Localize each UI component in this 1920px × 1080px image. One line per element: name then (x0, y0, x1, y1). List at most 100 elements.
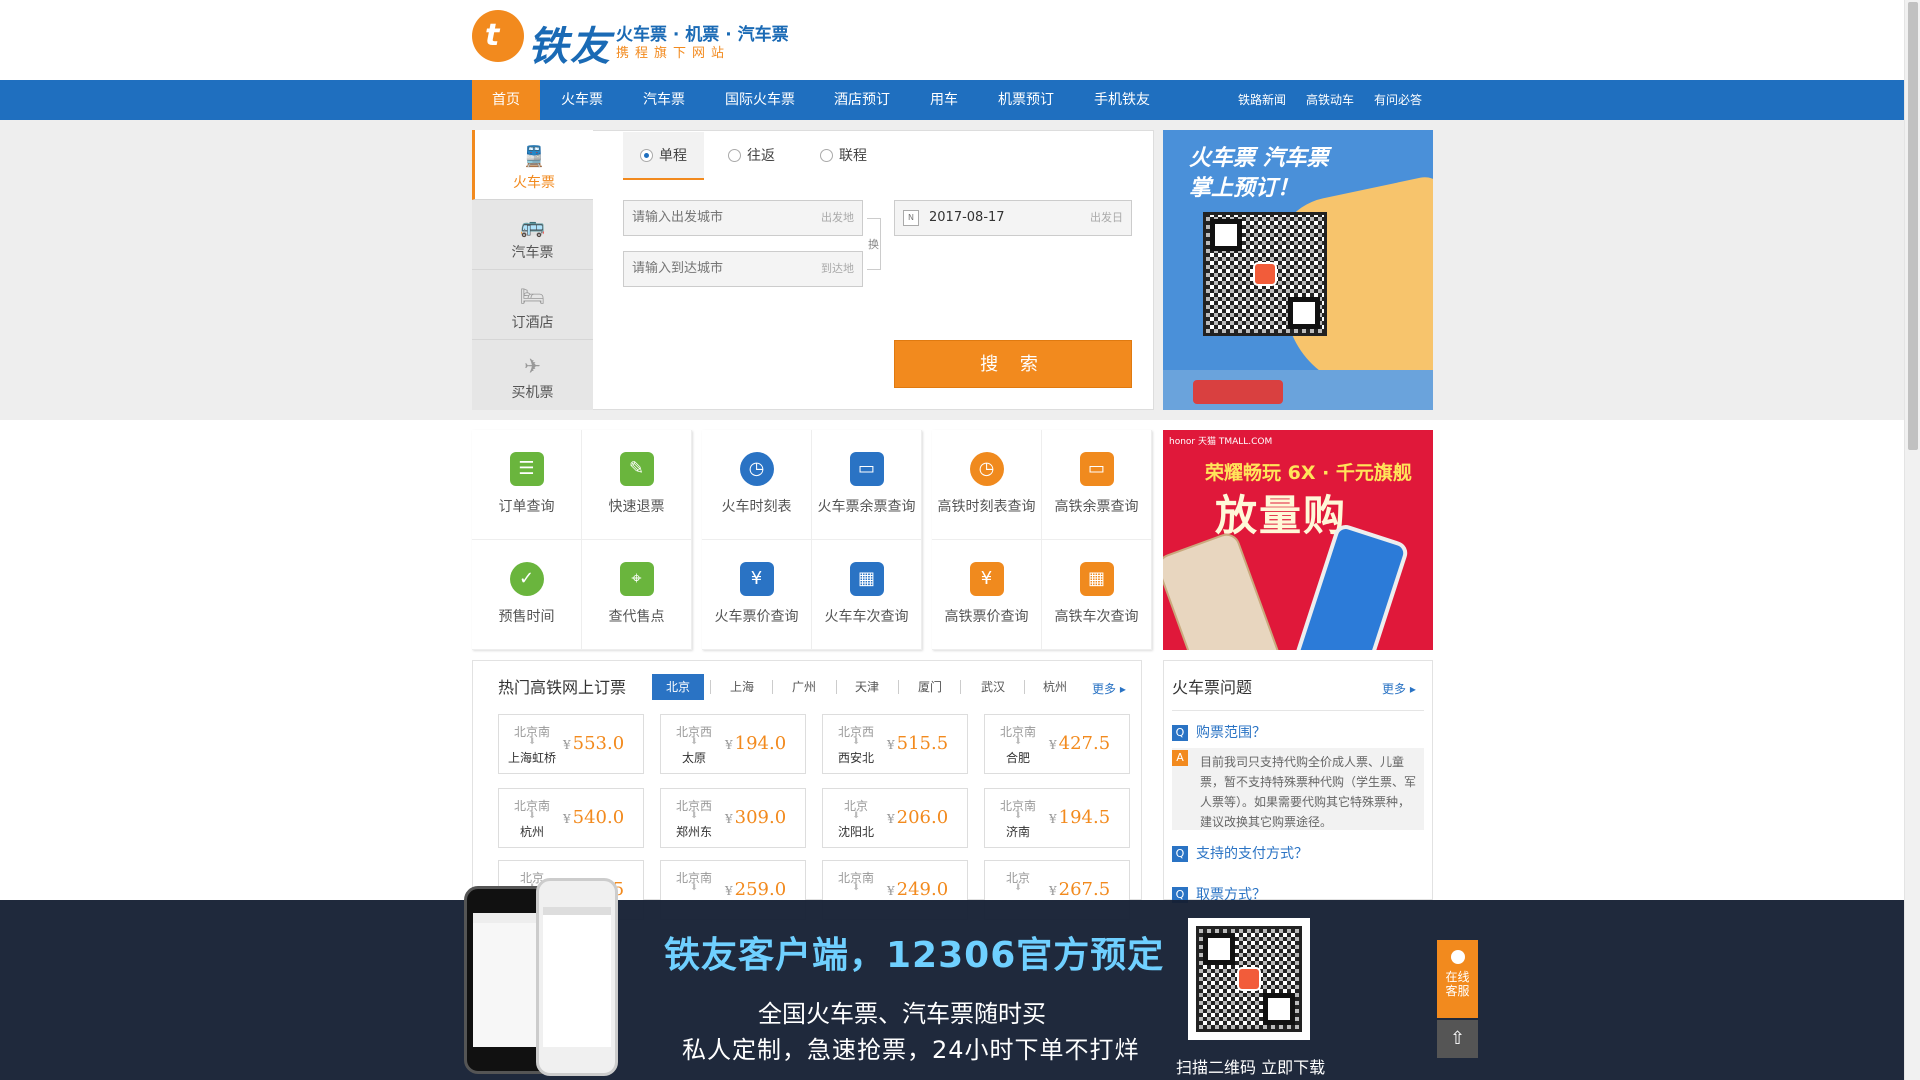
clock-icon: ◷ (739, 452, 774, 486)
hot-more-label: 更多 (1092, 682, 1117, 696)
svc-train-timetable[interactable]: ◷ 火车时刻表 (702, 430, 812, 540)
svc-order-query[interactable]: ☰ 订单查询 (472, 430, 582, 540)
nav-mobile[interactable]: 手机铁友 (1086, 80, 1158, 120)
ticket-price: ¥427.5 (1049, 733, 1110, 754)
tab-bus[interactable]: 🚌 汽车票 (472, 200, 593, 270)
price-value: 259.0 (734, 879, 787, 900)
trip-multi[interactable]: 联程 (820, 132, 867, 180)
svc-label: 订单查询 (498, 499, 555, 515)
radio-roundtrip[interactable] (728, 149, 741, 162)
divider (960, 680, 961, 694)
faq-more-link[interactable]: 更多 ▸ (1382, 680, 1416, 697)
back-to-top-button[interactable]: ⇧ (1437, 1020, 1478, 1058)
svc-train-price[interactable]: ¥ 火车票价查询 (702, 540, 812, 650)
svc-presale-time[interactable]: ✓ 预售时间 (472, 540, 582, 650)
tab-flight[interactable]: ✈ 买机票 (472, 340, 593, 410)
city-tab-tianjin[interactable]: 天津 (855, 674, 879, 700)
svc-train-number[interactable]: ▦ 火车车次查询 (812, 540, 922, 650)
bus-illustration-icon (1193, 380, 1283, 404)
trip-oneway[interactable]: 单程 (623, 132, 704, 180)
radio-oneway[interactable] (640, 149, 653, 162)
faq-more-label: 更多 (1382, 682, 1407, 696)
ticket-card[interactable]: 北京南 ⬇ 济南 ¥194.5 (984, 788, 1130, 848)
nav-car[interactable]: 用车 (914, 80, 974, 120)
nav-hotel[interactable]: 酒店预订 (822, 80, 902, 120)
nav-intl-train[interactable]: 国际火车票 (718, 80, 802, 120)
radio-multi[interactable] (820, 149, 833, 162)
ticket-card[interactable]: 北京西 ⬇ 郑州东 ¥309.0 (660, 788, 806, 848)
nav-flight[interactable]: 机票预订 (990, 80, 1062, 120)
ticket-card[interactable]: 北京西 ⬇ 西安北 ¥515.5 (822, 714, 968, 774)
nav-train[interactable]: 火车票 (548, 80, 616, 120)
online-service-button[interactable]: 在线客服 (1437, 940, 1478, 1018)
ticket-to: 沈阳北 (837, 825, 874, 839)
city-tab-xiamen[interactable]: 厦门 (918, 674, 942, 700)
to-city-field[interactable]: 到达地 (623, 251, 863, 287)
check-icon: ✓ (509, 562, 544, 596)
swap-cities-button[interactable]: 换 (867, 218, 881, 270)
faq-q2[interactable]: Q 支持的支付方式？ (1172, 843, 1308, 863)
ticket-price: ¥515.5 (887, 733, 948, 754)
city-tab-guangzhou[interactable]: 广州 (792, 674, 816, 700)
trip-roundtrip-label: 往返 (747, 148, 775, 164)
site-logo[interactable]: t 铁友 火车票 · 机票 · 汽车票 携程旗下网站 (472, 10, 812, 70)
to-city-input[interactable] (632, 261, 782, 276)
calendar-icon: ▦ (849, 562, 884, 596)
ticket-price: ¥259.0 (725, 879, 786, 900)
question-mark-icon: Q (1172, 846, 1188, 862)
location-icon: ⌖ (619, 562, 654, 596)
from-city-field[interactable]: 出发地 (623, 200, 863, 236)
faq-q1[interactable]: Q 购票范围？ (1172, 722, 1266, 742)
city-tab-beijing[interactable]: 北京 (652, 674, 704, 700)
search-button[interactable]: 搜 索 (894, 340, 1132, 388)
date-field[interactable]: N 2017-08-17 出发日 (894, 200, 1132, 236)
nav-high-speed[interactable]: 高铁动车 (1306, 80, 1354, 120)
honor-phone-ad[interactable]: honor 天猫 TMALL.COM 荣耀畅玩 6X · 千元旗舰 放量购 (1163, 430, 1433, 650)
price-value: 540.0 (572, 807, 625, 828)
svc-hs-number[interactable]: ▦ 高铁车次查询 (1042, 540, 1152, 650)
nav-qa[interactable]: 有问必答 (1374, 80, 1422, 120)
ad2-headline: 荣耀畅玩 6X · 千元旗舰 (1205, 462, 1412, 484)
bus-icon: 🚌 (520, 214, 545, 238)
clock-icon: ◷ (969, 452, 1004, 486)
arrow-down-icon: ⬇ (852, 811, 860, 821)
city-tab-shanghai[interactable]: 上海 (730, 674, 754, 700)
divider (710, 680, 711, 694)
svc-label: 高铁票价查询 (944, 609, 1029, 625)
tab-flight-label: 买机票 (511, 385, 554, 401)
hot-more-link[interactable]: 更多 ▸ (1092, 680, 1126, 697)
divider (772, 680, 773, 694)
calendar-icon: N (903, 210, 919, 226)
svc-hs-price[interactable]: ¥ 高铁票价查询 (932, 540, 1042, 650)
ticket-card[interactable]: 北京南 ⬇ 上海虹桥 ¥553.0 (498, 714, 644, 774)
question-mark-icon: Q (1172, 725, 1188, 741)
phone-white-illustration (536, 878, 618, 1076)
svc-label: 查代售点 (608, 609, 665, 625)
city-tab-hangzhou[interactable]: 杭州 (1043, 674, 1067, 700)
svc-hs-remaining[interactable]: ▭ 高铁余票查询 (1042, 430, 1152, 540)
ticket-card[interactable]: 北京南 ⬇ 合肥 ¥427.5 (984, 714, 1130, 774)
tab-hotel[interactable]: 🛏 订酒店 (472, 270, 593, 340)
currency-symbol: ¥ (1049, 812, 1057, 826)
tab-hotel-label: 订酒店 (511, 315, 554, 331)
app-promo-ad[interactable]: 火车票 汽车票 掌上预订！ (1163, 130, 1433, 410)
ticket-price: ¥249.0 (887, 879, 948, 900)
nav-home[interactable]: 首页 (472, 80, 540, 120)
scrollbar-thumb[interactable] (1908, 2, 1918, 450)
tab-train[interactable]: 🚆 火车票 (472, 130, 593, 200)
nav-railway-news[interactable]: 铁路新闻 (1238, 80, 1286, 120)
svc-train-remaining[interactable]: ▭ 火车票余票查询 (812, 430, 922, 540)
svc-agency-points[interactable]: ⌖ 查代售点 (582, 540, 692, 650)
nav-bus[interactable]: 汽车票 (630, 80, 698, 120)
from-city-input[interactable] (632, 210, 782, 225)
ticket-card[interactable]: 北京南 ⬇ 杭州 ¥540.0 (498, 788, 644, 848)
svc-quick-refund[interactable]: ✎ 快速退票 (582, 430, 692, 540)
ticket-card[interactable]: 北京西 ⬇ 太原 ¥194.0 (660, 714, 806, 774)
svc-hs-timetable[interactable]: ◷ 高铁时刻表查询 (932, 430, 1042, 540)
ticket-card[interactable]: 北京 ⬇ 沈阳北 ¥206.0 (822, 788, 968, 848)
city-tab-wuhan[interactable]: 武汉 (981, 674, 1005, 700)
trip-roundtrip[interactable]: 往返 (728, 132, 775, 180)
page-scrollbar[interactable] (1904, 0, 1920, 1080)
plane-icon: ✈ (524, 354, 541, 378)
divider (836, 680, 837, 694)
